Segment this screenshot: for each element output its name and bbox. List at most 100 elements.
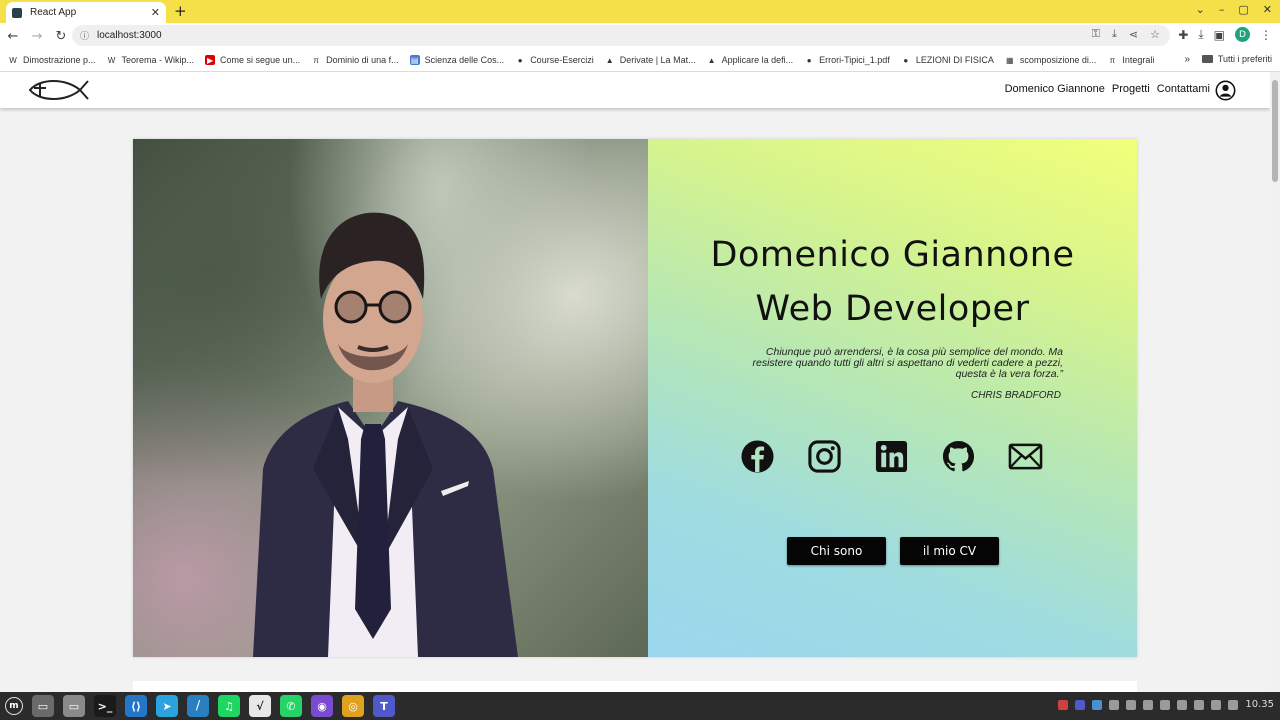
clipboard-icon[interactable] — [1143, 699, 1154, 710]
mail-icon[interactable] — [1008, 439, 1043, 474]
all-bookmarks-label: Tutti i preferiti — [1217, 54, 1272, 64]
bookmark-star-icon[interactable]: ☆ — [1150, 28, 1160, 41]
scrollbar-thumb[interactable] — [1272, 80, 1278, 182]
hero-name: Domenico Giannone — [710, 235, 1075, 275]
notification-icon[interactable] — [1177, 699, 1188, 710]
window-close-icon[interactable]: ✕ — [1263, 3, 1272, 16]
bookmark-item[interactable]: π Integrali — [1107, 55, 1155, 65]
teams-app-icon[interactable]: T — [373, 695, 395, 717]
reload-icon[interactable]: ↻ — [50, 29, 72, 44]
folder-icon — [1201, 55, 1213, 63]
whatsapp-app-icon[interactable]: ✆ — [280, 695, 302, 717]
menu-icon[interactable]: ⋮ — [1260, 28, 1272, 42]
cv-button[interactable]: il mio CV — [900, 537, 999, 565]
math-app-icon[interactable]: √ — [249, 695, 271, 717]
new-tab-button[interactable]: + — [174, 2, 187, 20]
profile-photo — [133, 139, 648, 657]
side-panel-icon[interactable]: ▣ — [1214, 28, 1225, 42]
clock[interactable]: 10.35 — [1245, 699, 1274, 710]
wifi-icon[interactable] — [1194, 699, 1205, 710]
github-icon[interactable] — [941, 439, 976, 474]
network-tray-icon[interactable] — [1109, 699, 1120, 710]
browser-tab-bar: React App ✕ + ⌄ – ▢ ✕ — [0, 0, 1280, 23]
react-favicon-icon — [12, 7, 22, 18]
person-portrait-icon — [253, 212, 518, 657]
bookmark-label: scomposizione di... — [1019, 55, 1097, 65]
tab-close-icon[interactable]: ✕ — [151, 6, 160, 19]
install-icon[interactable]: ⤓ — [1112, 28, 1117, 41]
bookmark-favicon-icon: ▦ — [1006, 55, 1014, 65]
extensions-icon[interactable]: ✚ — [1178, 28, 1188, 42]
download-icon[interactable]: ⤓ — [1198, 27, 1203, 42]
bookmark-label: Integrali — [1122, 55, 1155, 65]
facebook-icon[interactable] — [740, 439, 775, 474]
bookmark-item[interactable]: ▲ Applicare la defi... — [707, 55, 794, 65]
start-menu-icon[interactable]: m — [5, 697, 23, 715]
key-icon[interactable]: ⚿ — [1092, 28, 1100, 41]
volume-icon[interactable] — [1211, 699, 1222, 710]
tab-title: React App — [30, 7, 77, 18]
all-bookmarks-folder[interactable]: Tutti i preferiti — [1201, 54, 1272, 64]
bookmark-favicon-icon: π — [1109, 55, 1116, 65]
bookmark-label: LEZIONI DI FISICA — [915, 55, 994, 65]
bookmark-item[interactable]: ▤ Scienza delle Cos... — [409, 55, 504, 65]
fish-logo-icon[interactable] — [26, 76, 90, 104]
telegram-app-icon[interactable]: ➤ — [156, 695, 178, 717]
bookmark-label: Dimostrazione p... — [23, 55, 96, 65]
bookmark-item[interactable]: ● LEZIONI DI FISICA — [901, 55, 994, 65]
back-icon[interactable]: ← — [2, 29, 24, 44]
camera-icon[interactable] — [1058, 699, 1069, 710]
site-navbar: Domenico Giannone Progetti Contattami — [0, 72, 1270, 108]
social-links — [740, 439, 1043, 474]
os-taskbar: m ▭ ▭ >_ ⟨⟩ ➤ ⧸ ♫ √ ✆ ◉ ◎ T 10.35 — [0, 692, 1280, 720]
address-bar[interactable]: ⓘ localhost:3000 ⚿ ⤓ ⋖ ☆ — [72, 25, 1170, 46]
tab-search-icon[interactable]: ⌄ — [1196, 3, 1205, 16]
bookmark-favicon-icon: ▶ — [205, 55, 216, 65]
github-app-icon[interactable]: ◉ — [311, 695, 333, 717]
chi-sono-button[interactable]: Chi sono — [787, 537, 886, 565]
linkedin-icon[interactable] — [874, 439, 909, 474]
nav-link-name[interactable]: Domenico Giannone — [1005, 83, 1105, 95]
nav-link-contattami[interactable]: Contattami — [1157, 83, 1210, 95]
editor-app-icon[interactable]: ⧸ — [187, 695, 209, 717]
terminal-app-icon[interactable]: >_ — [94, 695, 116, 717]
bookmark-label: Teorema - Wikip... — [121, 55, 195, 65]
teams-tray-icon[interactable] — [1075, 699, 1086, 710]
shield-icon[interactable] — [1160, 699, 1171, 710]
bookmark-favicon-icon: ▤ — [409, 55, 420, 65]
bookmark-item[interactable]: π Dominio di una f... — [311, 55, 399, 65]
spotify-app-icon[interactable]: ♫ — [218, 695, 240, 717]
bookmark-item[interactable]: ● Course-Esercizi — [515, 55, 594, 65]
browser-tab[interactable]: React App ✕ — [6, 2, 166, 23]
maximize-icon[interactable]: ▢ — [1238, 3, 1248, 16]
bookmark-item[interactable]: ▶ Come si segue un... — [205, 55, 300, 65]
profile-avatar[interactable]: D — [1235, 27, 1250, 42]
bookmark-favicon-icon: W — [9, 55, 17, 65]
bookmark-item[interactable]: W Teorema - Wikip... — [107, 55, 195, 65]
url-text: localhost:3000 — [97, 30, 162, 41]
files-app-icon[interactable]: ▭ — [32, 695, 54, 717]
bookmark-label: Applicare la defi... — [721, 55, 794, 65]
chrome-app-icon[interactable]: ◎ — [342, 695, 364, 717]
vscode-app-icon[interactable]: ⟨⟩ — [125, 695, 147, 717]
nav-link-progetti[interactable]: Progetti — [1112, 83, 1150, 95]
user-account-icon[interactable] — [1215, 80, 1236, 101]
bookmark-item[interactable]: W Dimostrazione p... — [8, 55, 96, 65]
bookmark-label: Dominio di una f... — [326, 55, 399, 65]
minimize-icon[interactable]: – — [1219, 3, 1225, 16]
bookmark-item[interactable]: ▲ Derivate | La Mat... — [605, 55, 696, 65]
hero-text-panel: Domenico Giannone Web Developer Chiunque… — [648, 139, 1137, 657]
more-bookmarks-icon[interactable]: » — [1184, 54, 1190, 65]
forward-icon[interactable]: → — [26, 29, 48, 44]
chrome-tray-icon[interactable] — [1092, 699, 1103, 710]
battery-icon[interactable] — [1228, 699, 1239, 710]
site-info-icon[interactable]: ⓘ — [80, 29, 89, 42]
folder-app-icon[interactable]: ▭ — [63, 695, 85, 717]
share-icon[interactable]: ⋖ — [1129, 28, 1138, 41]
bookmark-item[interactable]: ▦ scomposizione di... — [1005, 55, 1097, 65]
instagram-icon[interactable] — [807, 439, 842, 474]
bookmark-item[interactable]: ● Errori-Tipici_1.pdf — [804, 55, 890, 65]
bookmark-label: Errori-Tipici_1.pdf — [819, 55, 890, 65]
bluetooth-icon[interactable] — [1126, 699, 1137, 710]
next-section — [133, 681, 1137, 692]
